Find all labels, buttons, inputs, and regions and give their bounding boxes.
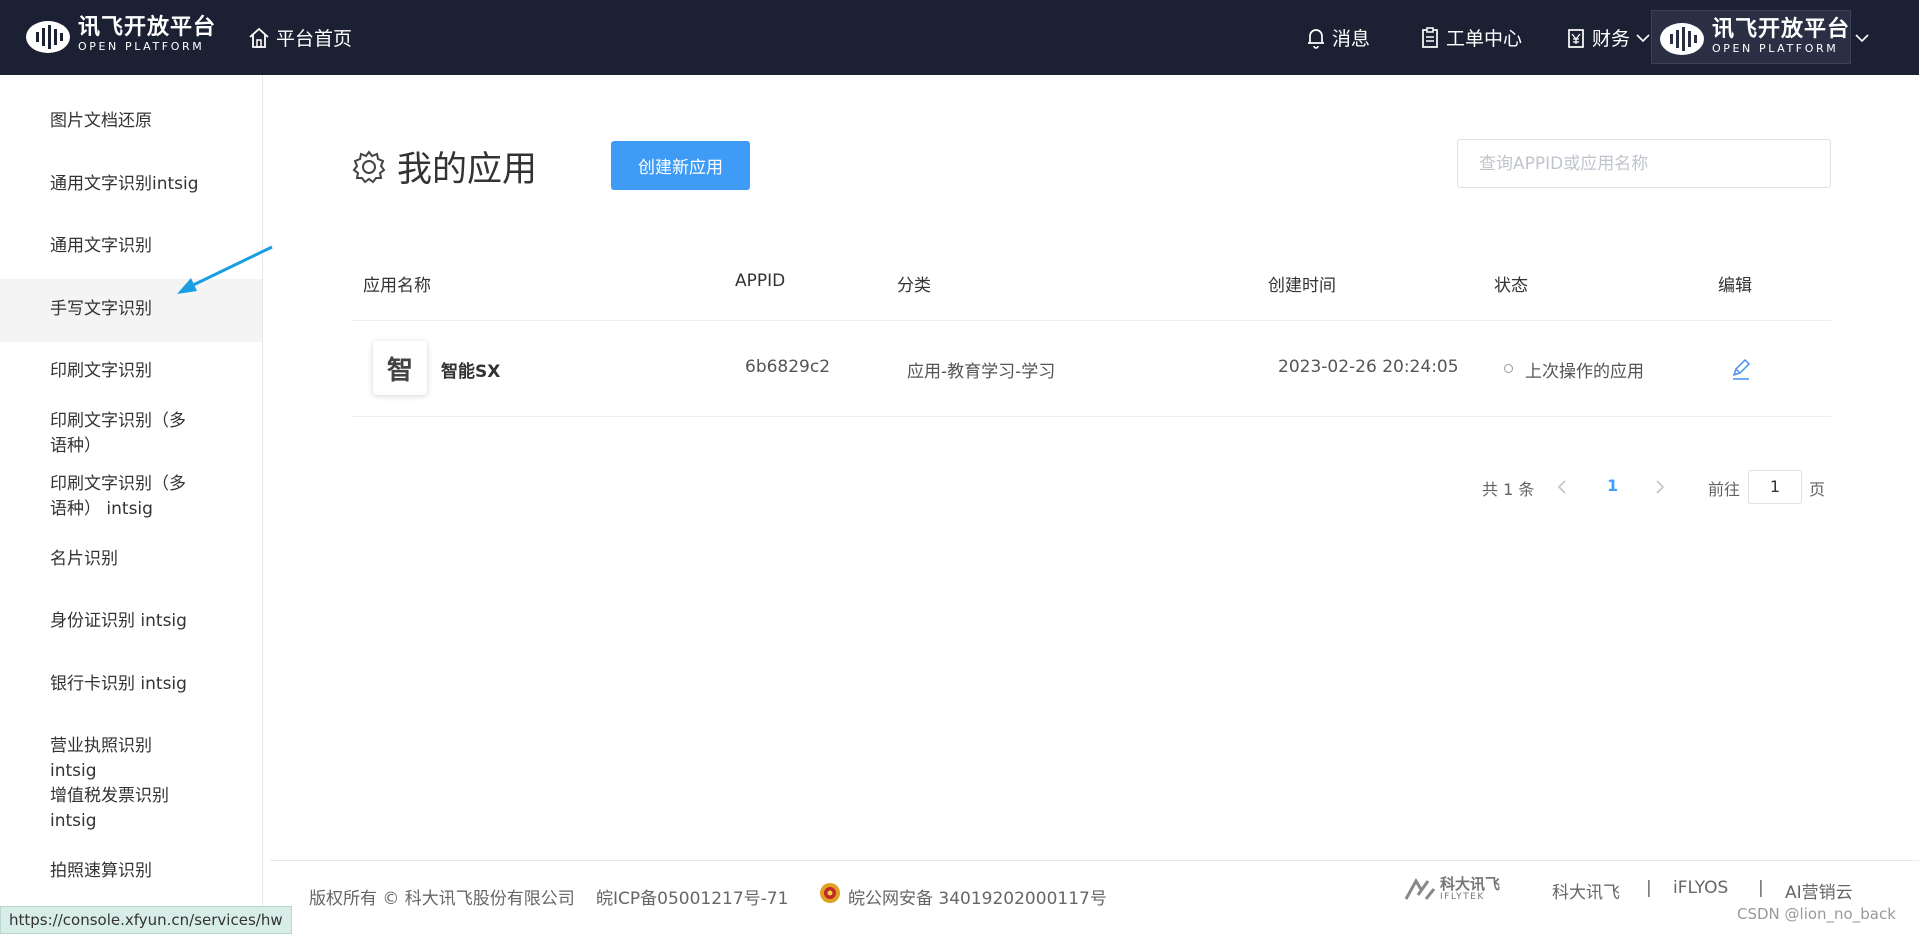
footer-police-link[interactable]: 皖公网安备 34019202000117号: [848, 884, 1107, 909]
sidebar-item-print-ocr[interactable]: 印刷文字识别: [0, 359, 262, 384]
sidebar-item-print-ocr-multilang[interactable]: 印刷文字识别（多语种）: [0, 409, 262, 459]
sidebar-item-id-card-intsig[interactable]: 身份证识别 intsig: [0, 609, 262, 634]
home-icon: [249, 27, 269, 48]
status-dot-icon: [1504, 364, 1513, 373]
table-header-status: 状态: [1494, 276, 1528, 296]
sidebar-item-label: 拍照速算识别: [50, 861, 152, 881]
account-logo: 讯飞开放平台 OPEN PLATFORM: [1658, 17, 1850, 57]
table-header-divider: [351, 320, 1831, 321]
search-input[interactable]: [1477, 152, 1811, 175]
footer-link-separator: |: [1646, 878, 1652, 898]
app-name[interactable]: 智能SX: [441, 357, 500, 382]
table-header-created: 创建时间: [1268, 276, 1336, 296]
prev-page-icon[interactable]: [1557, 480, 1567, 494]
app-status: 上次操作的应用: [1525, 362, 1644, 382]
app-appid: 6b6829c2: [745, 357, 831, 377]
edit-pencil-icon[interactable]: [1729, 357, 1753, 381]
top-navbar: 讯飞开放平台 OPEN PLATFORM 平台首页 消息 工单中心 财务 讯飞开…: [0, 0, 1919, 75]
sidebar-item-general-ocr-intsig[interactable]: 通用文字识别intsig: [0, 172, 262, 197]
nav-finance-label: 财务: [1592, 28, 1631, 50]
nav-home-link[interactable]: 平台首页: [248, 24, 352, 51]
nav-messages-label: 消息: [1332, 28, 1371, 50]
sidebar-item-label: 印刷文字识别: [50, 361, 152, 381]
logo-text-cn: 讯飞开放平台: [78, 15, 217, 40]
sidebar-item-label: 手写文字识别: [50, 299, 152, 319]
gear-icon: [352, 149, 386, 183]
sidebar-item-label: 通用文字识别: [50, 236, 152, 256]
logo-text-cn: 讯飞开放平台: [1712, 17, 1851, 42]
iflytek-logo-cn: 科大讯飞: [1440, 875, 1501, 893]
sidebar-item-photo-calc[interactable]: 拍照速算识别: [0, 859, 262, 884]
footer-icp-link[interactable]: 皖ICP备05001217号-71: [596, 884, 788, 909]
sidebar-item-bank-card-intsig[interactable]: 银行卡识别 intsig: [0, 672, 262, 697]
nav-tickets[interactable]: 工单中心: [1420, 24, 1522, 51]
table-header-category: 分类: [897, 276, 931, 296]
clipboard-icon: [1422, 26, 1438, 48]
footer-divider: [270, 860, 1919, 861]
service-sidebar: 图片文档还原 通用文字识别intsig 通用文字识别 手写文字识别 印刷文字识别…: [0, 75, 263, 932]
sidebar-item-label: 印刷文字识别（多语种） intsig: [50, 474, 186, 519]
sidebar-item-label: 印刷文字识别（多语种）: [50, 411, 186, 456]
app-category: 应用-教育学习-学习: [907, 362, 1056, 382]
nav-messages[interactable]: 消息: [1306, 24, 1370, 51]
sidebar-item-label: 身份证识别 intsig: [50, 611, 187, 631]
table-header-name: 应用名称: [363, 276, 431, 296]
pagination-total: 共 1 条: [1482, 480, 1535, 499]
nav-tickets-label: 工单中心: [1446, 28, 1523, 50]
user-account-menu[interactable]: 讯飞开放平台 OPEN PLATFORM: [1651, 10, 1851, 64]
sidebar-item-print-ocr-multilang-intsig[interactable]: 印刷文字识别（多语种） intsig: [0, 472, 262, 522]
table-header-appid: APPID: [735, 271, 786, 291]
app-icon: 智: [373, 341, 427, 395]
sidebar-item-business-license-intsig[interactable]: 营业执照识别 intsig: [0, 734, 262, 784]
footer-link-iflyos[interactable]: iFLYOS: [1673, 878, 1728, 898]
footer-link-iflytek[interactable]: 科大讯飞: [1552, 878, 1620, 903]
page-title: 我的应用: [351, 141, 537, 192]
bell-icon: [1308, 28, 1324, 49]
page-jump-input[interactable]: 1: [1748, 470, 1802, 504]
footer-iflytek-logo: 科大讯飞 IFLYTEK: [1404, 876, 1500, 903]
search-box: [1457, 139, 1831, 188]
footer-copyright: 版权所有 © 科大讯飞股份有限公司: [309, 889, 575, 909]
police-badge-icon: [820, 883, 840, 903]
browser-status-url: https://console.xfyun.cn/services/hw: [0, 906, 292, 934]
cloud-logo-icon: [24, 15, 72, 55]
annotation-arrow-icon: [177, 245, 273, 294]
sidebar-item-label: 增值税发票识别intsig: [50, 786, 169, 831]
logo-text-en: OPEN PLATFORM: [1712, 42, 1839, 55]
logo-text-en: OPEN PLATFORM: [78, 40, 205, 53]
pagination-page-suffix: 页: [1809, 480, 1826, 499]
next-page-icon[interactable]: [1655, 480, 1665, 494]
nav-home-label: 平台首页: [276, 28, 353, 50]
iflytek-logo-icon: [1404, 877, 1436, 900]
sidebar-item-vat-invoice-intsig[interactable]: 增值税发票识别intsig: [0, 784, 262, 834]
page-title-text: 我的应用: [397, 150, 538, 190]
footer-link-ai-marketing[interactable]: AI营销云: [1785, 878, 1853, 903]
sidebar-item-label: 通用文字识别intsig: [50, 174, 199, 194]
chevron-down-icon: [1636, 33, 1650, 42]
csdn-watermark: CSDN @lion_no_back: [1737, 905, 1896, 923]
sidebar-item-label: 图片文档还原: [50, 111, 152, 131]
footer-link-separator: |: [1758, 878, 1764, 898]
sidebar-item-label: 名片识别: [50, 549, 118, 569]
yen-icon: [1568, 28, 1584, 48]
pagination-goto-label: 前往: [1708, 480, 1741, 499]
nav-finance[interactable]: 财务: [1566, 24, 1650, 51]
create-app-button[interactable]: 创建新应用: [611, 141, 750, 190]
cloud-logo-icon: [1658, 17, 1706, 57]
account-chevron-down-icon[interactable]: [1855, 33, 1869, 43]
iflytek-logo-en: IFLYTEK: [1440, 892, 1485, 902]
sidebar-item-label: 营业执照识别 intsig: [50, 736, 152, 781]
app-created: 2023-02-26 20:24:05: [1278, 357, 1459, 377]
sidebar-item-business-card[interactable]: 名片识别: [0, 547, 262, 572]
table-row-divider: [351, 416, 1831, 417]
table-header-edit: 编辑: [1718, 276, 1752, 296]
page-number-current[interactable]: 1: [1607, 476, 1618, 495]
sidebar-item-label: 银行卡识别 intsig: [50, 674, 187, 694]
platform-logo[interactable]: 讯飞开放平台 OPEN PLATFORM: [24, 15, 216, 55]
sidebar-item-image-doc-restore[interactable]: 图片文档还原: [0, 109, 262, 134]
